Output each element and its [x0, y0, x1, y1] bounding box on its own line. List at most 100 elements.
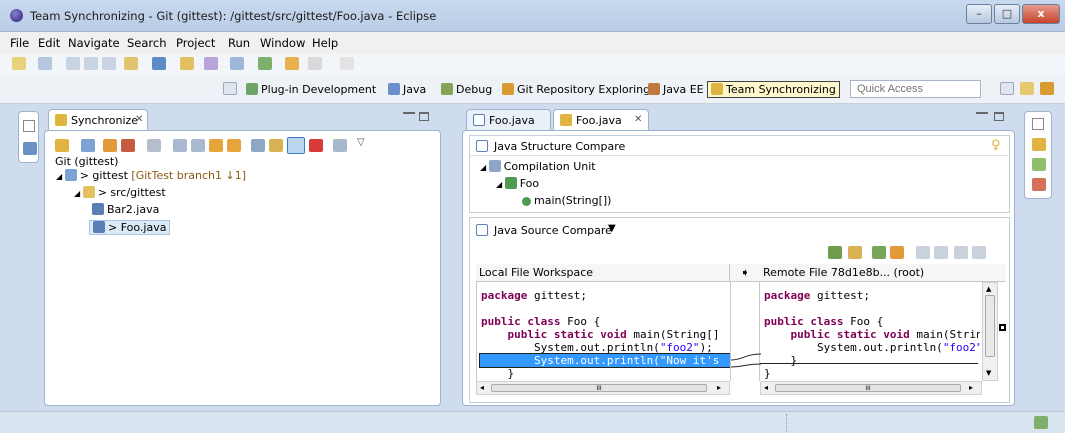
problems-icon[interactable]	[1032, 178, 1046, 191]
menu-navigate[interactable]: Navigate	[68, 36, 120, 50]
scroll-left-icon[interactable]: ◂	[764, 383, 768, 392]
scroll-right-icon[interactable]: ▸	[717, 383, 721, 392]
collapse-all-icon[interactable]	[191, 139, 205, 152]
sync-icon[interactable]	[124, 57, 138, 70]
overview-ruler-marker[interactable]	[999, 324, 1006, 331]
incoming-mode-icon[interactable]	[251, 139, 265, 152]
scroll-right-icon[interactable]: ▸	[969, 383, 973, 392]
next-annotation-icon[interactable]	[258, 57, 272, 70]
copy-current-right-icon[interactable]	[890, 246, 904, 259]
git-perspective-icon[interactable]	[1040, 82, 1054, 95]
expand-toggle-icon[interactable]: ◢	[480, 163, 489, 172]
perspective-git-repository-exploring[interactable]: Git Repository Exploring	[502, 83, 650, 96]
prev-change-icon[interactable]	[972, 246, 986, 259]
forward-icon[interactable]	[308, 57, 322, 70]
copy-all-right-to-left-icon[interactable]	[848, 246, 862, 259]
menu-window[interactable]: Window	[260, 36, 305, 50]
ancestor-toggle-icon[interactable]: ➧	[740, 266, 749, 279]
structure-tree-item[interactable]: ◢ Compilation Unit	[480, 160, 596, 173]
expand-all-icon[interactable]	[173, 139, 187, 152]
perspective-java[interactable]: Java	[388, 83, 426, 96]
menu-run[interactable]: Run	[228, 36, 250, 50]
minimize-editor-icon[interactable]	[976, 112, 988, 115]
sync-tree-item[interactable]: ◢ > gittest [GitTest branch1 ↓1]	[53, 169, 249, 182]
next-difference-icon[interactable]	[209, 139, 223, 152]
structure-tree-item[interactable]: main(String[])	[522, 194, 611, 207]
presentation-icon[interactable]	[147, 139, 161, 152]
pin-icon[interactable]	[333, 139, 347, 152]
print-icon[interactable]	[102, 57, 116, 70]
perspective-team-synchronizing[interactable]: Team Synchronizing	[707, 81, 840, 98]
scroll-left-icon[interactable]: ◂	[480, 383, 484, 392]
pin-editor-icon[interactable]	[340, 57, 354, 70]
perspective-java-ee[interactable]: Java EE	[648, 83, 704, 96]
outline-icon[interactable]	[1032, 138, 1046, 151]
prev-diff-icon[interactable]	[934, 246, 948, 259]
menu-edit[interactable]: Edit	[38, 36, 60, 50]
expand-toggle-icon[interactable]: ◢	[74, 189, 83, 198]
open-perspective-icon[interactable]	[223, 82, 237, 95]
lightbulb-icon[interactable]: ♀	[991, 138, 1001, 153]
scrollbar-thumb[interactable]	[985, 295, 995, 357]
copy-current-left-icon[interactable]	[872, 246, 886, 259]
perspective-switch-icon[interactable]	[1000, 82, 1014, 95]
back-icon[interactable]	[285, 57, 299, 70]
task-icon[interactable]	[204, 57, 218, 70]
new-icon[interactable]	[12, 57, 26, 70]
restore-icon[interactable]	[23, 120, 35, 132]
sync-tree-item[interactable]: > Foo.java	[89, 220, 171, 235]
maximize-button[interactable]: □	[994, 4, 1020, 24]
java-perspective-icon[interactable]	[1020, 82, 1034, 95]
both-modes-icon[interactable]	[287, 137, 305, 154]
close-tab-icon[interactable]: ✕	[135, 114, 143, 125]
expand-toggle-icon[interactable]: ◢	[56, 172, 65, 181]
annotation-icon[interactable]	[230, 57, 244, 70]
quick-access-input[interactable]	[850, 80, 981, 98]
scrollbar-thumb[interactable]: III	[491, 384, 707, 392]
sync-tree-item[interactable]: ◢ > src/gittest	[71, 186, 169, 199]
open-type-icon[interactable]	[180, 57, 194, 70]
copy-all-left-to-right-icon[interactable]	[828, 246, 842, 259]
outgoing-mode-icon[interactable]	[269, 139, 283, 152]
source-compare-dropdown-icon[interactable]: ▼	[608, 223, 616, 234]
minimize-button[interactable]: –	[966, 4, 992, 24]
synchronize-button-icon[interactable]	[55, 139, 69, 152]
minimize-view-icon[interactable]	[403, 112, 415, 115]
tab-foo-java-inactive[interactable]: Foo.java	[466, 109, 551, 131]
close-button[interactable]: x	[1022, 4, 1060, 24]
push-icon[interactable]	[121, 139, 135, 152]
right-code-pane[interactable]: package gittest; public class Foo { publi…	[760, 282, 980, 381]
restore-icon[interactable]	[1032, 118, 1044, 130]
package-explorer-icon[interactable]	[23, 142, 37, 155]
conflicts-mode-icon[interactable]	[309, 139, 323, 152]
expand-toggle-icon[interactable]: ◢	[496, 180, 505, 189]
commit-icon[interactable]	[81, 139, 95, 152]
progress-icon[interactable]	[1034, 416, 1048, 429]
close-tab-icon[interactable]: ✕	[634, 114, 642, 125]
new-type-icon[interactable]	[38, 57, 52, 70]
maximize-view-icon[interactable]	[419, 112, 429, 121]
perspective-plugin-development[interactable]: Plug-in Development	[246, 83, 376, 96]
sync-tree-item[interactable]: Bar2.java	[89, 203, 162, 216]
fetch-icon[interactable]	[103, 139, 117, 152]
save-all-icon[interactable]	[84, 57, 98, 70]
search-icon[interactable]	[152, 57, 166, 70]
next-diff-icon[interactable]	[916, 246, 930, 259]
menu-help[interactable]: Help	[312, 36, 338, 50]
right-horizontal-scrollbar[interactable]: ◂ III ▸	[760, 381, 982, 395]
next-change-icon[interactable]	[954, 246, 968, 259]
task-list-icon[interactable]	[1032, 158, 1046, 171]
left-horizontal-scrollbar[interactable]: ◂ III ▸	[476, 381, 730, 395]
menu-project[interactable]: Project	[176, 36, 215, 50]
right-vertical-scrollbar[interactable]: ▲ ▼	[982, 282, 998, 381]
menu-file[interactable]: File	[10, 36, 29, 50]
structure-tree-item[interactable]: ◢ Foo	[496, 177, 539, 190]
menu-search[interactable]: Search	[127, 36, 167, 50]
save-icon[interactable]	[66, 57, 80, 70]
tab-synchronize[interactable]: Synchronize ✕	[48, 109, 148, 131]
view-menu-icon[interactable]: ▽	[357, 137, 365, 148]
scroll-up-icon[interactable]: ▲	[986, 285, 991, 293]
left-code-pane[interactable]: package gittest; public class Foo { publi…	[476, 282, 730, 381]
previous-difference-icon[interactable]	[227, 139, 241, 152]
scroll-down-icon[interactable]: ▼	[986, 369, 991, 377]
